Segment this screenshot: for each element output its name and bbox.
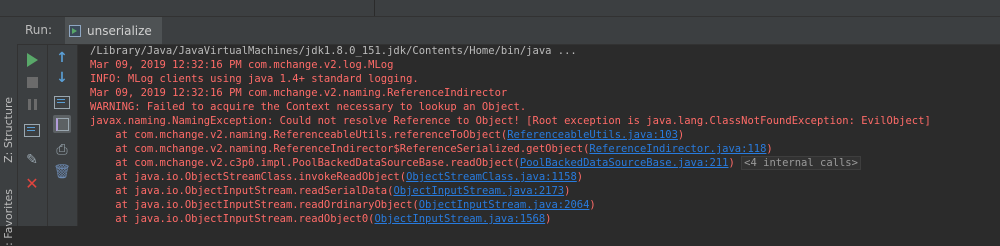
rerun-button[interactable]: [22, 51, 42, 69]
source-link[interactable]: ObjectInputStream.java:2064: [419, 199, 590, 211]
run-tab-unserialize[interactable]: unserialize: [65, 17, 162, 44]
print-button[interactable]: ⎙: [52, 141, 72, 159]
pin-tab-icon: ✎: [26, 152, 38, 168]
pause-icon: [27, 98, 37, 110]
console-line: javax.naming.NamingException: Could not …: [90, 115, 931, 127]
scroll-down-button[interactable]: ↓: [52, 69, 72, 87]
source-link[interactable]: ObjectInputStream.java:2173: [393, 185, 564, 197]
stack-frame-line: at java.io.ObjectInputStream.readSerialD…: [90, 185, 571, 197]
pause-button[interactable]: [22, 95, 42, 113]
run-toolbar-right: ↑ ↓ ⎙ 🗑: [48, 45, 78, 226]
console-line: /Library/Java/JavaVirtualMachines/jdk1.8…: [90, 45, 577, 57]
scroll-up-icon: ↑: [56, 50, 68, 66]
console-line: Mar 09, 2019 12:32:16 PM com.mchange.v2.…: [90, 59, 394, 71]
application-icon: [69, 24, 81, 37]
top-strip: [0, 0, 1000, 17]
rerun-icon: [26, 53, 38, 67]
internal-calls-fold[interactable]: <4 internal calls>: [741, 156, 861, 170]
console-line: Mar 09, 2019 12:32:16 PM com.mchange.v2.…: [90, 87, 508, 99]
scroll-to-end-button[interactable]: [52, 115, 72, 133]
left-tool-stripe: Z: Structure : Favorites: [0, 17, 18, 246]
console-line: WARNING: Failed to acquire the Context n…: [90, 101, 527, 113]
dump-threads-icon: [24, 123, 40, 137]
stop-icon: [26, 76, 38, 88]
run-tab-title: unserialize: [87, 23, 152, 38]
source-link[interactable]: ReferenceableUtils.java:103: [507, 129, 678, 141]
run-tool-header: Run: unserialize: [17, 17, 1000, 45]
soft-wrap-icon: [54, 95, 70, 109]
clear-all-icon: 🗑: [53, 164, 71, 180]
run-toolbar-left: ✎ ✕: [18, 45, 48, 226]
stack-frame-line: at com.mchange.v2.naming.ReferenceableUt…: [90, 129, 685, 141]
scroll-to-end-icon: [53, 115, 71, 133]
stop-button[interactable]: [22, 73, 42, 91]
source-link[interactable]: PoolBackedDataSourceBase.java:211: [520, 157, 729, 169]
stack-frame-line: at java.io.ObjectInputStream.readOrdinar…: [90, 199, 596, 211]
scroll-up-button[interactable]: ↑: [52, 49, 72, 67]
print-icon: ⎙: [56, 142, 68, 158]
soft-wrap-button[interactable]: [52, 93, 72, 111]
stack-frame-line: at com.mchange.v2.naming.ReferenceIndire…: [90, 143, 773, 155]
stack-frame-line: at java.io.ObjectInputStream.readObject0…: [90, 213, 552, 225]
favorites-tool-button[interactable]: : Favorites: [0, 189, 17, 246]
stack-frame-line: at com.mchange.v2.c3p0.impl.PoolBackedDa…: [90, 156, 861, 170]
dump-threads-button[interactable]: [22, 121, 42, 139]
structure-tool-button[interactable]: Z: Structure: [0, 97, 17, 163]
close-button[interactable]: ✕: [22, 175, 42, 193]
close-icon: ✕: [25, 174, 39, 193]
clear-all-button[interactable]: 🗑: [52, 163, 72, 181]
stack-frame-line: at java.io.ObjectStreamClass.invokeReadO…: [90, 171, 584, 183]
source-link[interactable]: ReferenceIndirector.java:118: [589, 143, 766, 155]
source-link[interactable]: ObjectStreamClass.java:1158: [406, 171, 577, 183]
run-label: Run:: [25, 23, 53, 37]
console-line: INFO: MLog clients using java 1.4+ stand…: [90, 73, 419, 85]
pin-tab-button[interactable]: ✎: [22, 151, 42, 169]
source-link[interactable]: ObjectInputStream.java:1568: [374, 213, 545, 225]
console-output[interactable]: /Library/Java/JavaVirtualMachines/jdk1.8…: [78, 45, 1000, 226]
top-divider: [374, 0, 375, 17]
scroll-down-icon: ↓: [56, 70, 68, 86]
